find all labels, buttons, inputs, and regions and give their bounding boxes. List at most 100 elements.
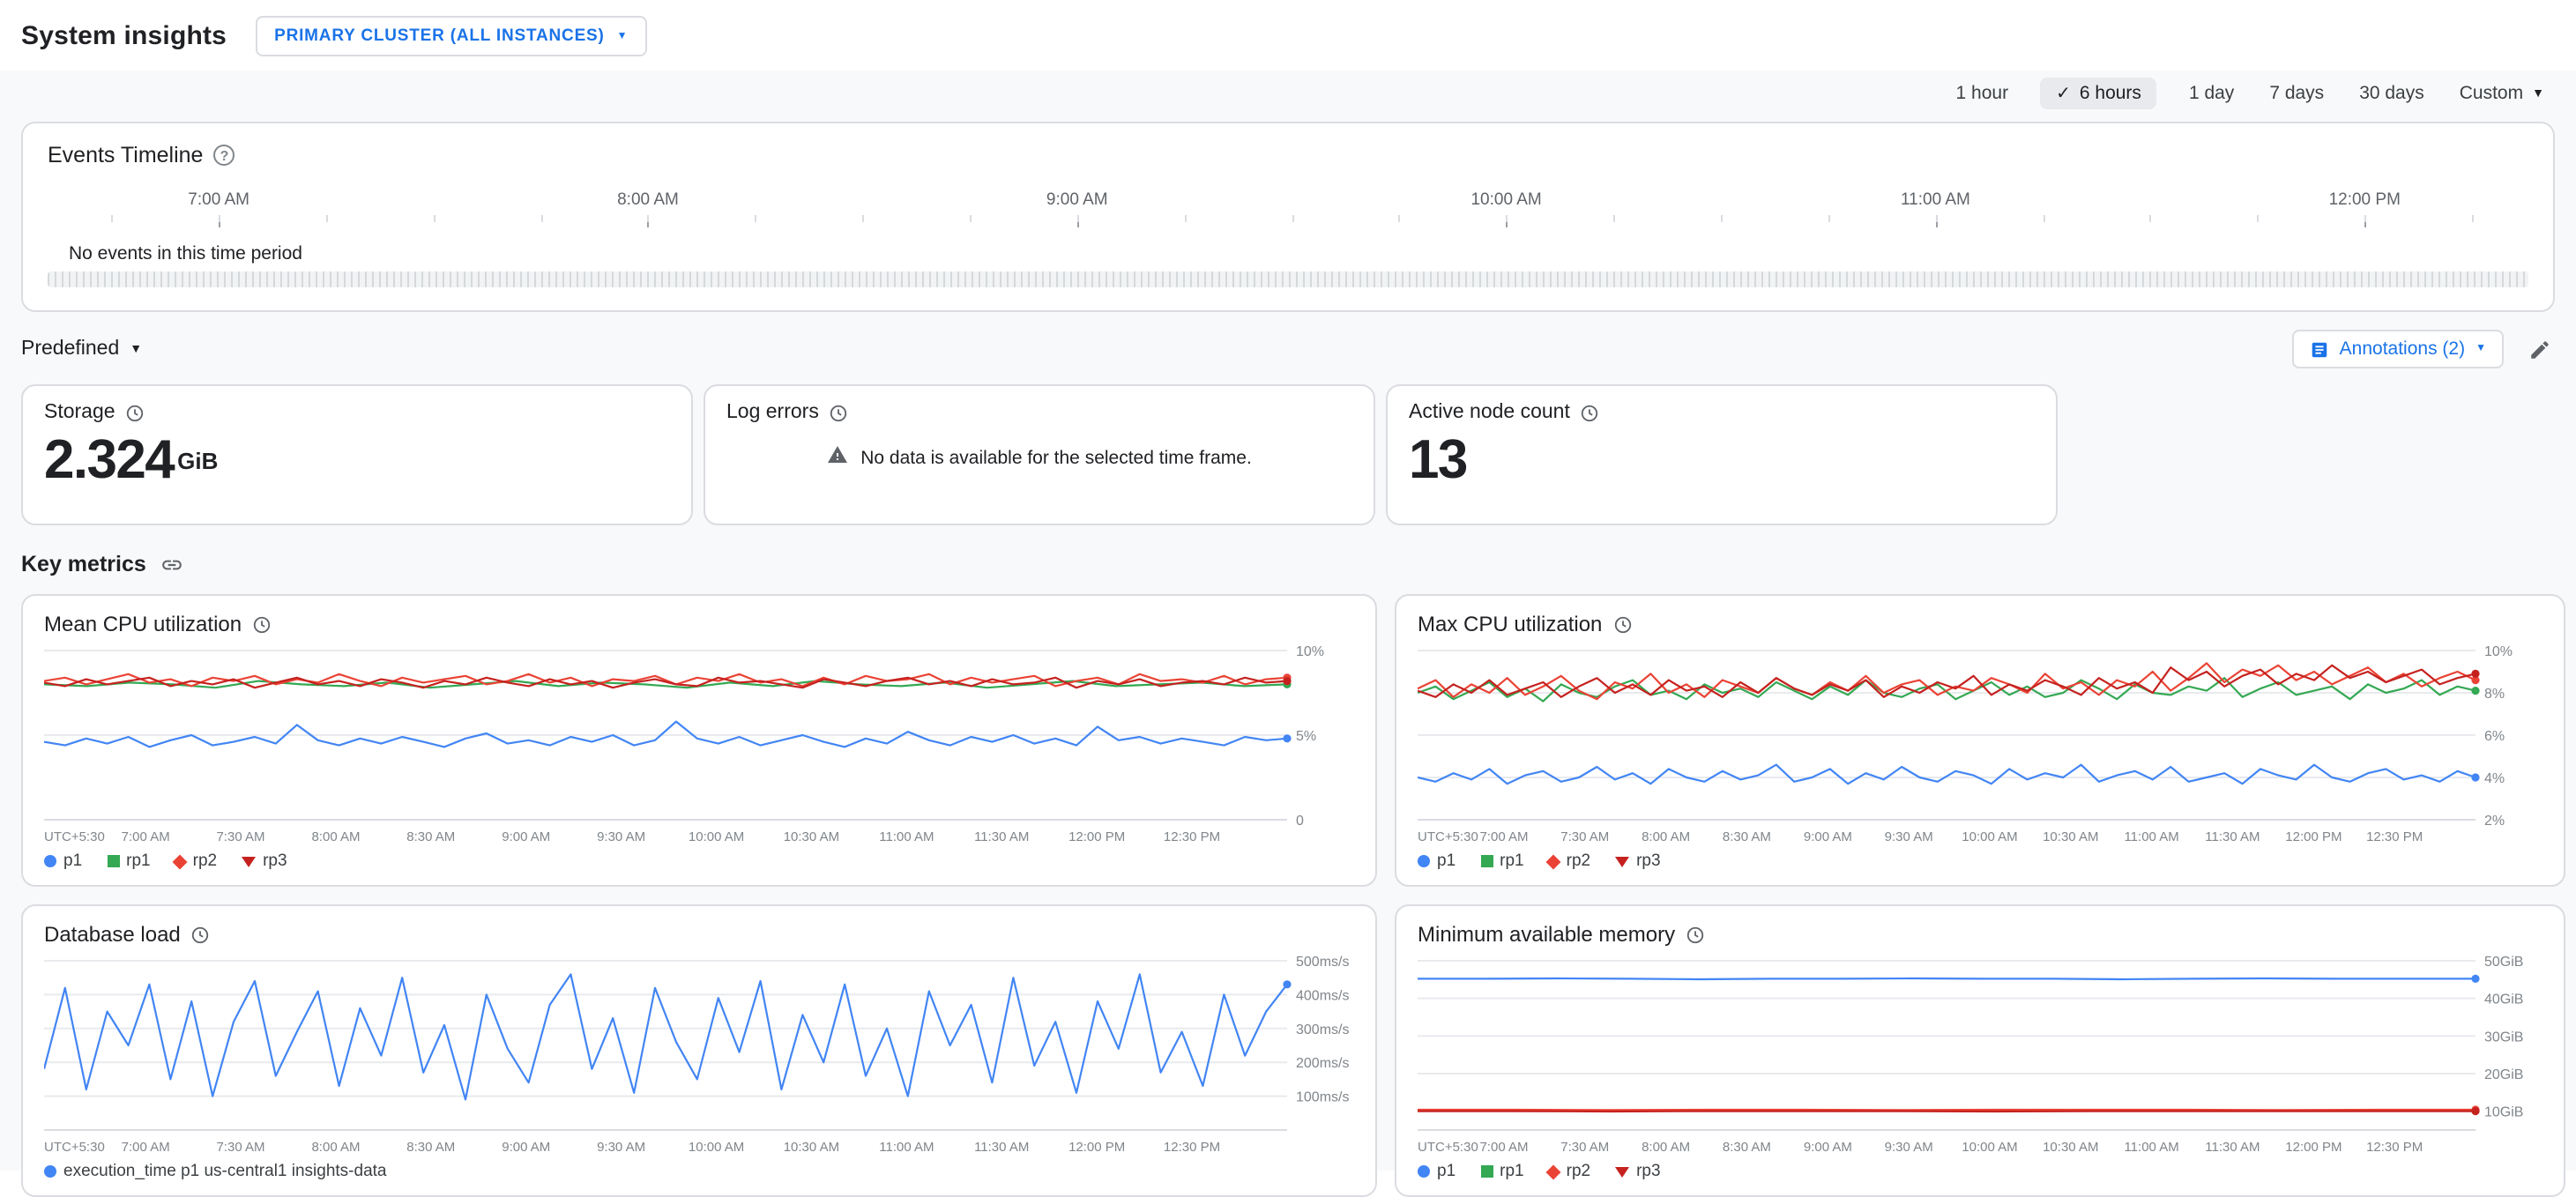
chart-card-mean-cpu: Mean CPU utilization 10% 5% 0 UTC+5:30 7:00 …: [21, 594, 1377, 887]
svg-text:100ms/s: 100ms/s: [1296, 1090, 1349, 1105]
timeline-hour-label: 9:00 AM: [1046, 190, 1108, 210]
time-range-option-1-hour[interactable]: 1 hour: [1953, 78, 2013, 109]
svg-text:10:00 AM: 10:00 AM: [689, 1140, 744, 1155]
log-errors-message: No data is available for the selected ti…: [860, 447, 1252, 468]
legend-item-rp2[interactable]: rp2: [173, 851, 217, 871]
svg-text:8:00 AM: 8:00 AM: [311, 1140, 360, 1155]
svg-text:6%: 6%: [2484, 729, 2505, 744]
link-icon[interactable]: [160, 553, 183, 576]
timeline-hour-label: 8:00 AM: [617, 190, 679, 210]
timeline-minor-tick: [1506, 215, 1508, 222]
annotations-button[interactable]: Annotations (2) ▼: [2291, 330, 2504, 368]
time-range-option-6-hours[interactable]: ✓ 6 hours: [2040, 78, 2157, 109]
legend-item-execution_time[interactable]: execution_time p1 us-central1 insights-d…: [44, 1162, 387, 1181]
svg-text:12:30 PM: 12:30 PM: [1164, 1140, 1220, 1155]
svg-text:30GiB: 30GiB: [2484, 1030, 2523, 1045]
legend-item-p1[interactable]: p1: [1418, 851, 1456, 871]
chart-max-cpu[interactable]: 10% 8% 6% 4% 2% UTC+5:30 7:00 AM 7:30 AM 8:00 AM…: [1418, 642, 2542, 850]
time-range-option-30-days[interactable]: 30 days: [2356, 78, 2428, 109]
svg-text:11:30 AM: 11:30 AM: [2205, 829, 2260, 844]
legend-item-rp1[interactable]: rp1: [1480, 1162, 1524, 1181]
circle-marker-icon: [44, 1165, 56, 1178]
svg-text:200ms/s: 200ms/s: [1296, 1056, 1349, 1071]
circle-marker-icon: [44, 855, 56, 867]
svg-text:9:30 AM: 9:30 AM: [1885, 1140, 1933, 1155]
active-node-count-title: Active node count: [1409, 402, 1570, 423]
svg-text:12:00 PM: 12:00 PM: [2285, 1140, 2341, 1155]
svg-text:UTC+5:30: UTC+5:30: [1418, 1140, 1478, 1155]
time-icon: [830, 403, 849, 422]
storage-title: Storage: [44, 402, 115, 423]
help-icon[interactable]: ?: [213, 145, 235, 166]
chart-title: Database load: [44, 922, 181, 947]
legend-item-rp3[interactable]: rp3: [242, 851, 287, 871]
svg-text:10GiB: 10GiB: [2484, 1105, 2523, 1120]
timeline-minor-tick: [1398, 215, 1401, 222]
time-range-option-7-days[interactable]: 7 days: [2266, 78, 2327, 109]
svg-text:400ms/s: 400ms/s: [1296, 988, 1349, 1003]
edit-icon[interactable]: [2528, 338, 2551, 361]
timeline-minor-tick: [219, 215, 221, 222]
legend-item-rp2[interactable]: rp2: [1546, 851, 1590, 871]
svg-text:300ms/s: 300ms/s: [1296, 1022, 1349, 1037]
svg-text:9:00 AM: 9:00 AM: [502, 829, 550, 844]
chevron-down-icon: ▼: [616, 31, 629, 41]
timeline-minor-tick: [1613, 215, 1616, 222]
time-range-option-custom[interactable]: Custom ▼: [2456, 78, 2548, 109]
svg-text:9:00 AM: 9:00 AM: [1804, 829, 1852, 844]
time-range-selector: 1 hour ✓ 6 hours 1 day 7 days 30 days Custom ▼: [0, 71, 2576, 122]
predefined-label: Predefined: [21, 338, 120, 360]
legend-item-rp3[interactable]: rp3: [1615, 1162, 1661, 1181]
chart-mean-cpu[interactable]: 10% 5% 0 UTC+5:30 7:00 AM 7:30 AM 8:00 AM 8:30 …: [44, 642, 1354, 850]
svg-text:10:00 AM: 10:00 AM: [1962, 829, 2017, 844]
svg-text:11:30 AM: 11:30 AM: [974, 1140, 1029, 1155]
svg-text:7:30 AM: 7:30 AM: [1560, 1140, 1609, 1155]
legend-item-p1[interactable]: p1: [44, 851, 82, 871]
page-title: System insights: [21, 21, 227, 51]
storage-unit: GiB: [177, 447, 219, 473]
chart-legend: p1 rp1 rp2 rp3: [1418, 850, 2542, 880]
svg-text:12:00 PM: 12:00 PM: [1068, 829, 1125, 844]
triangle-marker-icon: [242, 856, 257, 866]
legend-item-rp1[interactable]: rp1: [1480, 851, 1524, 871]
timeline-minor-tick: [1935, 215, 1938, 222]
svg-text:12:00 PM: 12:00 PM: [2285, 829, 2341, 844]
svg-text:7:30 AM: 7:30 AM: [216, 829, 264, 844]
legend-item-rp2[interactable]: rp2: [1546, 1162, 1590, 1181]
timeline-minor-tick: [433, 215, 436, 222]
svg-text:8:30 AM: 8:30 AM: [1723, 1140, 1771, 1155]
legend-item-p1[interactable]: p1: [1418, 1162, 1456, 1181]
svg-text:10:30 AM: 10:30 AM: [784, 829, 839, 844]
chart-min-memory[interactable]: 50GiB 40GiB 30GiB 20GiB 10GiB UTC+5:30 7:00 AM…: [1418, 952, 2542, 1160]
predefined-dropdown[interactable]: Predefined ▼: [21, 338, 142, 360]
chart-card-min-memory: Minimum available memory 50GiB 40GiB 30GiB…: [1395, 904, 2565, 1197]
svg-text:9:00 AM: 9:00 AM: [1804, 1140, 1852, 1155]
chart-database-load[interactable]: 500ms/s 400ms/s 300ms/s 200ms/s 100ms/s UTC+5…: [44, 952, 1354, 1160]
svg-text:12:30 PM: 12:30 PM: [2366, 829, 2423, 844]
triangle-marker-icon: [1615, 856, 1630, 866]
svg-text:2%: 2%: [2484, 814, 2505, 829]
timeline-minor-tick: [111, 215, 114, 222]
svg-text:11:00 AM: 11:00 AM: [2124, 1140, 2178, 1155]
legend-item-rp1[interactable]: rp1: [107, 851, 151, 871]
warning-icon: [827, 444, 848, 471]
page-header: System insights PRIMARY CLUSTER (ALL INS…: [0, 0, 2576, 71]
svg-text:11:00 AM: 11:00 AM: [2124, 829, 2178, 844]
events-timeline-title: Events Timeline: [48, 143, 204, 167]
svg-text:8%: 8%: [2484, 687, 2505, 702]
square-marker-icon: [107, 855, 120, 867]
svg-text:7:00 AM: 7:00 AM: [122, 829, 170, 844]
cluster-selector-button[interactable]: PRIMARY CLUSTER (ALL INSTANCES) ▼: [255, 16, 648, 56]
svg-text:11:00 AM: 11:00 AM: [879, 829, 934, 844]
timeline-labels: 7:00 AM 8:00 AM 9:00 AM 10:00 AM 11:00 AM 12:…: [48, 190, 2528, 213]
timeline-minor-tick: [2149, 215, 2152, 222]
active-node-count-value: 13: [1409, 428, 1468, 490]
svg-text:10:00 AM: 10:00 AM: [689, 829, 744, 844]
svg-text:10:30 AM: 10:30 AM: [2043, 1140, 2098, 1155]
legend-item-rp3[interactable]: rp3: [1615, 851, 1661, 871]
svg-text:0: 0: [1296, 814, 1304, 829]
circle-marker-icon: [1418, 1165, 1430, 1178]
time-range-option-1-day[interactable]: 1 day: [2185, 78, 2237, 109]
events-timeline-axis: 7:00 AM 8:00 AM 9:00 AM 10:00 AM 11:00 AM 12:…: [48, 190, 2528, 287]
timeline-hour-label: 7:00 AM: [188, 190, 250, 210]
